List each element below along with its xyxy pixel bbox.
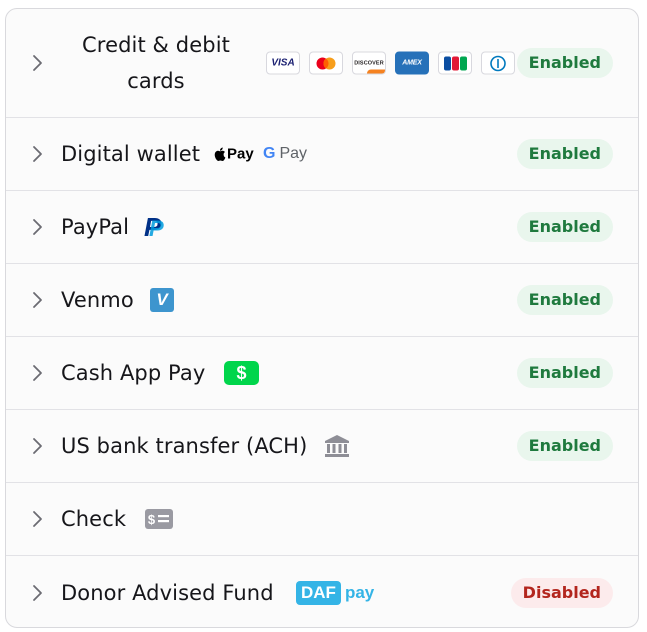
payment-method-title: PayPal (61, 215, 130, 239)
status-badge: Enabled (516, 48, 613, 78)
bank-icon (325, 435, 349, 457)
payment-method-title: US bank transfer (ACH) (61, 434, 308, 458)
payment-method-row-check[interactable]: Check $ (6, 483, 638, 556)
venmo-icon: V (150, 288, 174, 312)
google-pay-icon: G Pay (263, 145, 308, 162)
payment-method-title: Digital wallet (61, 142, 201, 166)
cash-app-icon: $ (224, 361, 259, 385)
payment-method-row-ach[interactable]: US bank transfer (ACH) Enabled (6, 410, 638, 483)
payment-method-row-daf[interactable]: Donor Advised Fund DAF pay Disabled (6, 556, 638, 627)
payment-method-title: Cash App Pay (61, 361, 206, 385)
chevron-right-icon[interactable] (30, 510, 44, 528)
payment-method-row-digital-wallet[interactable]: Digital wallet Pay G Pay Enabled (6, 118, 638, 191)
check-icon: $ (145, 509, 173, 529)
chevron-right-icon[interactable] (30, 584, 44, 602)
status-badge: Enabled (516, 212, 613, 242)
payment-method-row-venmo[interactable]: Venmo V Enabled (6, 264, 638, 337)
payment-method-title: Credit & debit cards (82, 33, 230, 93)
payment-method-title: Check (61, 507, 127, 531)
chevron-right-icon[interactable] (30, 145, 44, 163)
status-badge: Enabled (516, 285, 613, 315)
chevron-right-icon[interactable] (30, 54, 44, 72)
payment-method-title: Venmo (61, 288, 134, 312)
payment-methods-panel: Credit & debit cards VISA DISCOVER AMEX (5, 8, 639, 628)
payment-method-row-cash-app-pay[interactable]: Cash App Pay $ Enabled (6, 337, 638, 410)
visa-icon: VISA (266, 51, 300, 75)
chevron-right-icon[interactable] (30, 218, 44, 236)
amex-icon: AMEX (395, 51, 429, 75)
payment-method-row-cards[interactable]: Credit & debit cards VISA DISCOVER AMEX (6, 9, 638, 118)
chevron-right-icon[interactable] (30, 437, 44, 455)
chevron-right-icon[interactable] (30, 364, 44, 382)
daf-pay-logo: DAF pay (296, 580, 374, 605)
payment-method-title: Donor Advised Fund (61, 580, 274, 605)
status-badge: Disabled (510, 577, 613, 608)
paypal-icon: P P (144, 212, 164, 242)
status-badge: Enabled (516, 431, 613, 461)
svg-text:$: $ (148, 512, 156, 527)
jcb-icon (438, 51, 472, 75)
apple-pay-icon: Pay (213, 146, 254, 163)
chevron-right-icon[interactable] (30, 291, 44, 309)
status-badge: Enabled (516, 358, 613, 388)
discover-icon: DISCOVER (352, 51, 386, 75)
status-badge: Enabled (516, 139, 613, 169)
diners-club-icon (481, 51, 515, 75)
mastercard-icon (309, 51, 343, 75)
payment-method-row-paypal[interactable]: PayPal P P Enabled (6, 191, 638, 264)
